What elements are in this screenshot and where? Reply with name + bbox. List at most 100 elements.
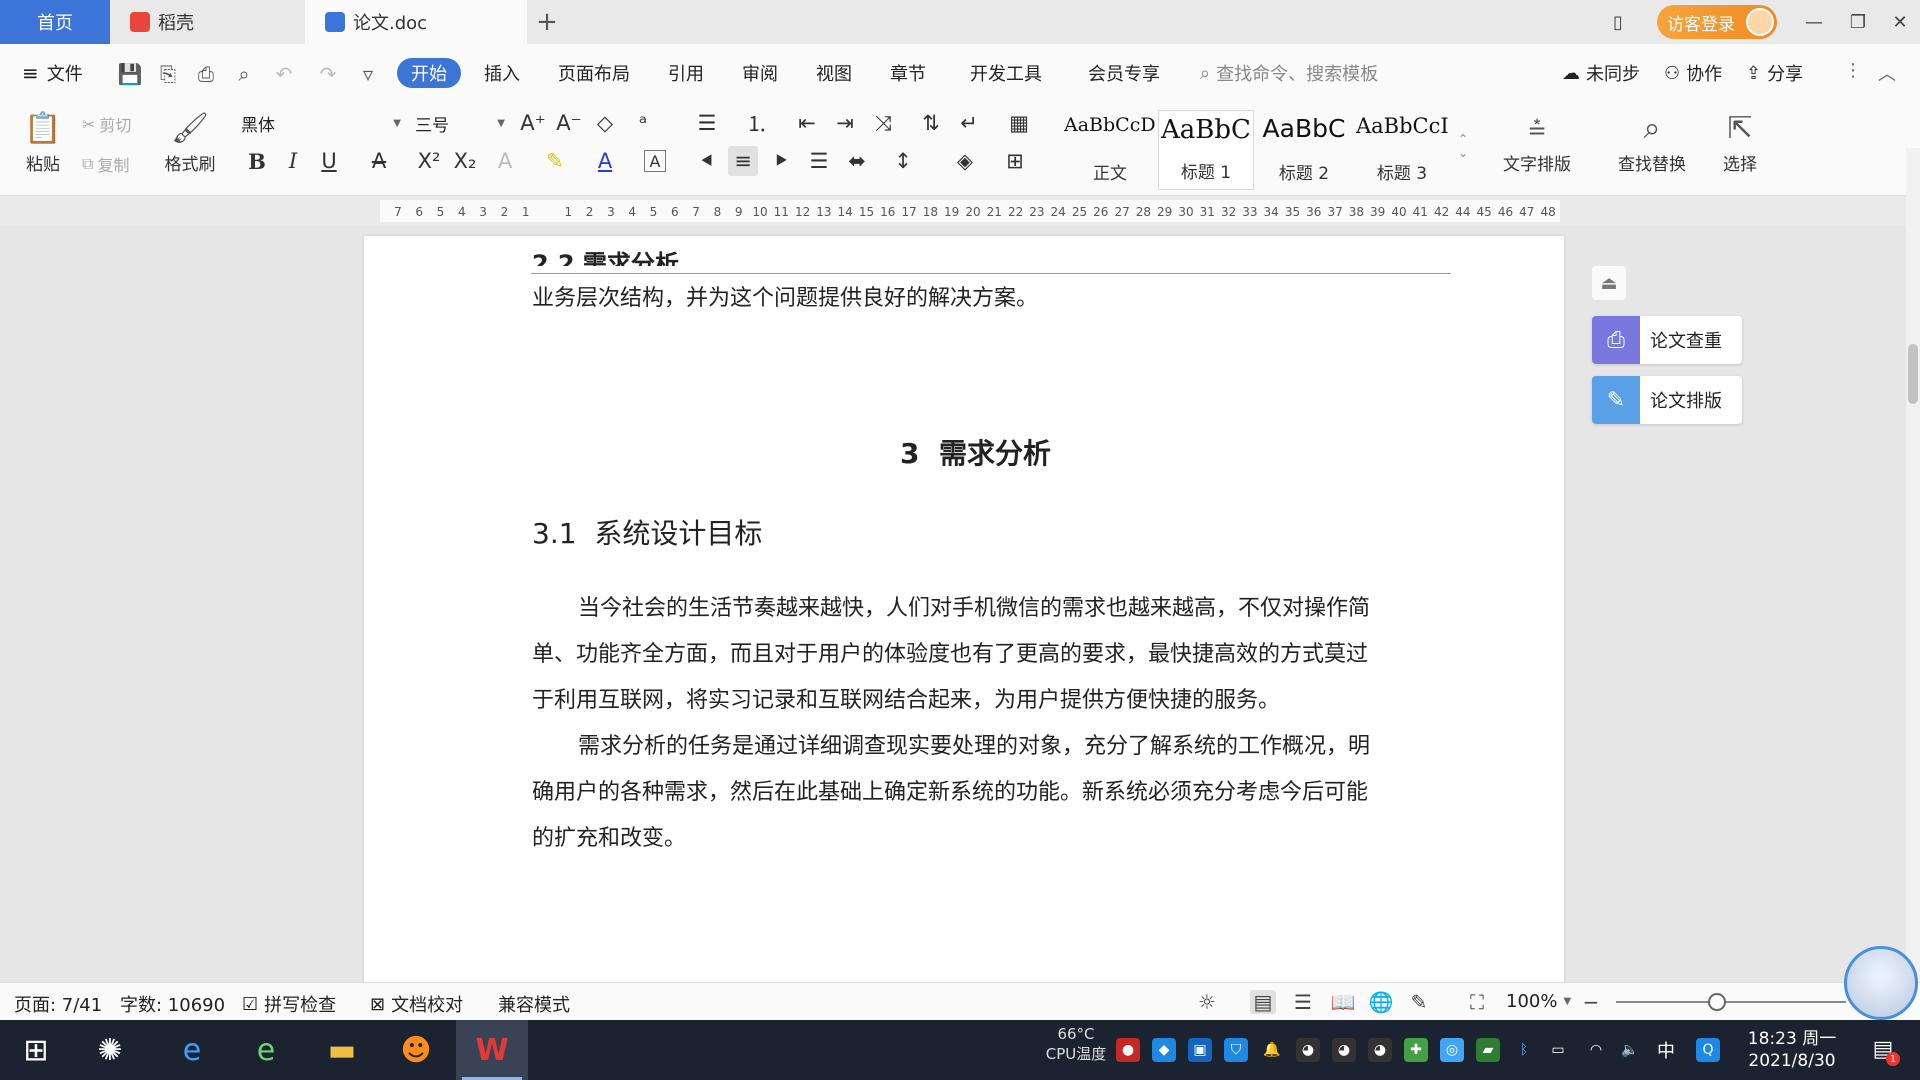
underline-icon[interactable]: U [314,146,344,176]
paper-check-button[interactable]: ⎙ 论文查重 [1592,316,1742,364]
select-button[interactable]: ⇱ 选择 [1710,104,1770,176]
scrollbar-thumb[interactable] [1908,344,1918,404]
text-effect-icon[interactable]: A [490,146,520,176]
proofread-button[interactable]: ⊠ 文档校对 [370,991,463,1017]
cut-button[interactable]: ✂ 剪切 [82,112,131,136]
sort-icon[interactable]: ⇅ [916,108,946,138]
page-indicator[interactable]: 页面: 7/41 [14,991,102,1017]
style-scroll-icon[interactable]: ⌃ ⌄ [1448,108,1478,184]
output-icon[interactable]: ⎘ [156,62,180,86]
more-icon[interactable]: ⋮ [1844,60,1862,81]
char-border-icon[interactable]: A [644,150,666,172]
zoom-slider[interactable] [1616,1001,1846,1003]
decrease-indent-icon[interactable]: ⇤ [792,108,822,138]
tab-start[interactable]: 开始 [397,58,461,88]
reading-view-icon[interactable]: 📖 [1330,990,1356,1014]
font-color-icon[interactable]: A [590,146,620,176]
nvidia-icon[interactable]: ▰ [1476,1038,1500,1062]
print-preview-icon[interactable]: ⌕ [232,62,256,86]
tray-shield-icon[interactable]: ◆ [1152,1038,1176,1062]
tray-app-icon[interactable]: ● [1116,1038,1140,1062]
windows-start-icon[interactable]: ⊞ [0,1020,72,1080]
page-view-icon[interactable]: ▤ [1250,990,1276,1014]
wps-writer-icon[interactable]: W [456,1020,528,1080]
wifi-icon[interactable]: ◠ [1584,1038,1608,1062]
word-count[interactable]: 字数: 10690 [120,991,225,1017]
justify-icon[interactable]: ☰ [804,146,834,176]
sync-button[interactable]: ☁ 未同步 [1562,60,1640,86]
visitor-login-button[interactable]: 访客登录 [1657,5,1777,39]
pinwheel-app-icon[interactable]: ✺ [74,1020,146,1080]
bold-icon[interactable]: B [242,146,272,176]
align-center-icon[interactable]: ≡ [728,146,758,176]
reading-mode-icon[interactable]: ▯ [1596,0,1640,44]
tray-plus-icon[interactable]: ✚ [1404,1038,1428,1062]
show-marks-icon[interactable]: ↵ [954,108,984,138]
copy-button[interactable]: ⧉ 复制 [82,152,129,176]
shrink-font-icon[interactable]: A⁻ [554,108,584,138]
assistant-bot-icon[interactable] [1844,946,1918,1020]
vertical-scrollbar[interactable] [1906,148,1920,1008]
tray-app-icon[interactable]: ◎ [1440,1038,1464,1062]
strikethrough-icon[interactable]: A [364,146,394,176]
tray-app-icon[interactable]: ▣ [1188,1038,1212,1062]
font-size-select[interactable]: 三号 ▼ [410,108,510,138]
collab-button[interactable]: ⚇ 协作 [1664,60,1722,86]
font-name-select[interactable]: 黑体 ▼ [236,108,406,138]
bell-icon[interactable]: 🔔 [1260,1038,1284,1062]
document-page[interactable]: 2.2 需求分析 业务层次结构，并为这个问题提供良好的解决方案。 3 需求分析 … [364,236,1564,982]
clear-format-icon[interactable]: ◇ [590,108,620,138]
style-normal[interactable]: AaBbCcDd 正文 [1062,110,1158,190]
side-panel-collapse-icon[interactable]: ⏏ [1592,266,1626,300]
style-heading-1[interactable]: AaBbC 标题 1 [1158,110,1254,190]
tab-document[interactable]: 论文.doc [305,0,527,44]
ime-indicator[interactable]: 中 [1654,1038,1678,1062]
undo-icon[interactable]: ↶ [272,62,296,86]
tab-daoke[interactable]: 稻壳 [110,0,305,44]
table-tools-icon[interactable]: ▦ [1004,108,1034,138]
game-app-icon[interactable]: ☻ [380,1020,452,1080]
style-heading-2[interactable]: AaBbC 标题 2 [1256,110,1352,190]
customize-dropdown-icon[interactable]: ▿ [356,62,380,86]
print-icon[interactable]: ⎙ [194,62,218,86]
highlight-icon[interactable]: ✎ [540,146,570,176]
minimize-button[interactable]: — [1792,0,1836,44]
italic-icon[interactable]: I [278,146,308,176]
ie-browser-icon[interactable]: e [156,1020,228,1080]
qq-icon[interactable]: ◕ [1296,1038,1320,1062]
paste-button[interactable]: 📋 粘贴 [18,104,68,176]
bullet-list-icon[interactable]: ☰ [692,108,722,138]
volume-icon[interactable]: 🔈 [1618,1038,1642,1062]
close-button[interactable]: ✕ [1878,0,1920,44]
bluetooth-icon[interactable]: ᛒ [1512,1038,1536,1062]
shading-icon[interactable]: ◈ [950,146,980,176]
eye-protect-icon[interactable]: ☼ [1194,990,1220,1014]
ruler[interactable]: 7 6 5 4 3 2 1 1 2 3 4 5 6 7 8 9 10 11 12 13 14 15 16 17 18 19 20 21… [0,196,1920,226]
search-app-icon[interactable]: Q [1696,1038,1720,1062]
borders-icon[interactable]: ⊞ [1000,146,1030,176]
grow-font-icon[interactable]: A⁺ [518,108,548,138]
tab-home[interactable]: 首页 [0,0,110,44]
tray-security-icon[interactable]: ⛉ [1224,1038,1248,1062]
restore-button[interactable]: ❐ [1836,0,1880,44]
align-left-icon[interactable]: ⯇ [692,146,722,176]
360-browser-icon[interactable]: e [230,1020,302,1080]
tab-review[interactable]: 审阅 [742,60,778,86]
fit-page-icon[interactable]: ⛶ [1464,990,1490,1014]
save-icon[interactable]: 💾 [118,62,143,86]
chinese-layout-icon[interactable]: ⤨ [868,108,898,138]
qq-icon[interactable]: ◕ [1368,1038,1392,1062]
command-search[interactable]: ⌕ 查找命令、搜索模板 [1200,60,1378,86]
file-menu[interactable]: ≡ 文件 [22,60,83,86]
share-button[interactable]: ⇪ 分享 [1746,60,1803,86]
qq-icon[interactable]: ◕ [1332,1038,1356,1062]
write-mode-icon[interactable]: ✎ [1406,990,1432,1014]
cpu-temp-widget[interactable]: 66°C CPU温度 [1034,1024,1118,1080]
battery-icon[interactable]: ▭ [1546,1038,1570,1062]
tab-devtools[interactable]: 开发工具 [970,60,1042,86]
tab-page-layout[interactable]: 页面布局 [558,60,630,86]
increase-indent-icon[interactable]: ⇥ [830,108,860,138]
web-view-icon[interactable]: 🌐 [1368,990,1394,1014]
align-right-icon[interactable]: ⯈ [766,146,796,176]
tab-insert[interactable]: 插入 [484,60,520,86]
